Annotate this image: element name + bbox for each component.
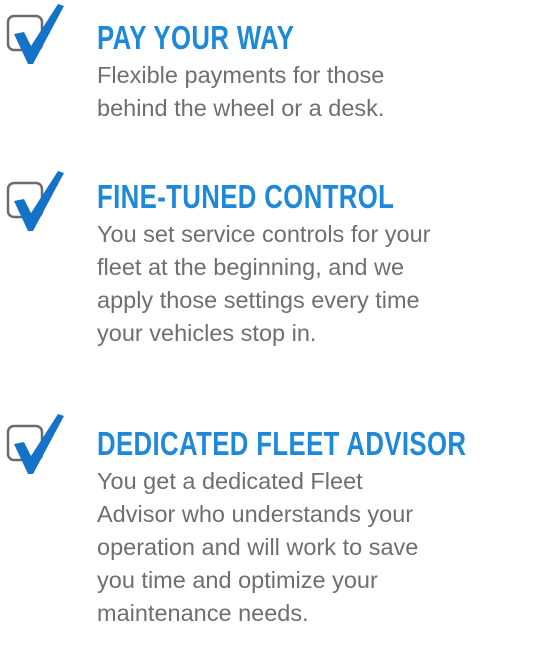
feature-description: You get a dedicated Fleet Advisor who un… — [97, 465, 530, 630]
feature-description: Flexible payments for those behind the w… — [97, 59, 530, 125]
feature-description-line: You set service controls for your — [97, 221, 431, 247]
feature-description-line: you time and optimize your — [97, 567, 378, 593]
checkbox-checked-icon — [6, 412, 66, 474]
feature-description-line: Flexible payments for those — [97, 62, 385, 88]
checkbox-checked-icon — [6, 2, 66, 64]
feature-description: You set service controls for your fleet … — [97, 218, 530, 350]
checkbox-checked-icon — [6, 169, 66, 231]
feature-title: DEDICATED FLEET ADVISOR — [97, 425, 467, 462]
feature-description-line: behind the wheel or a desk. — [97, 95, 385, 121]
feature-description-line: You get a dedicated Fleet — [97, 468, 363, 494]
feature-title: PAY YOUR WAY — [97, 19, 295, 56]
feature-description-line: apply those settings every time — [97, 287, 420, 313]
feature-description-line: your vehicles stop in. — [97, 320, 317, 346]
feature-description-line: fleet at the beginning, and we — [97, 254, 405, 280]
feature-description-line: maintenance needs. — [97, 600, 309, 626]
feature-description-line: operation and will work to save — [97, 534, 419, 560]
feature-title: FINE-TUNED CONTROL — [97, 178, 395, 215]
feature-description-line: Advisor who understands your — [97, 501, 414, 527]
